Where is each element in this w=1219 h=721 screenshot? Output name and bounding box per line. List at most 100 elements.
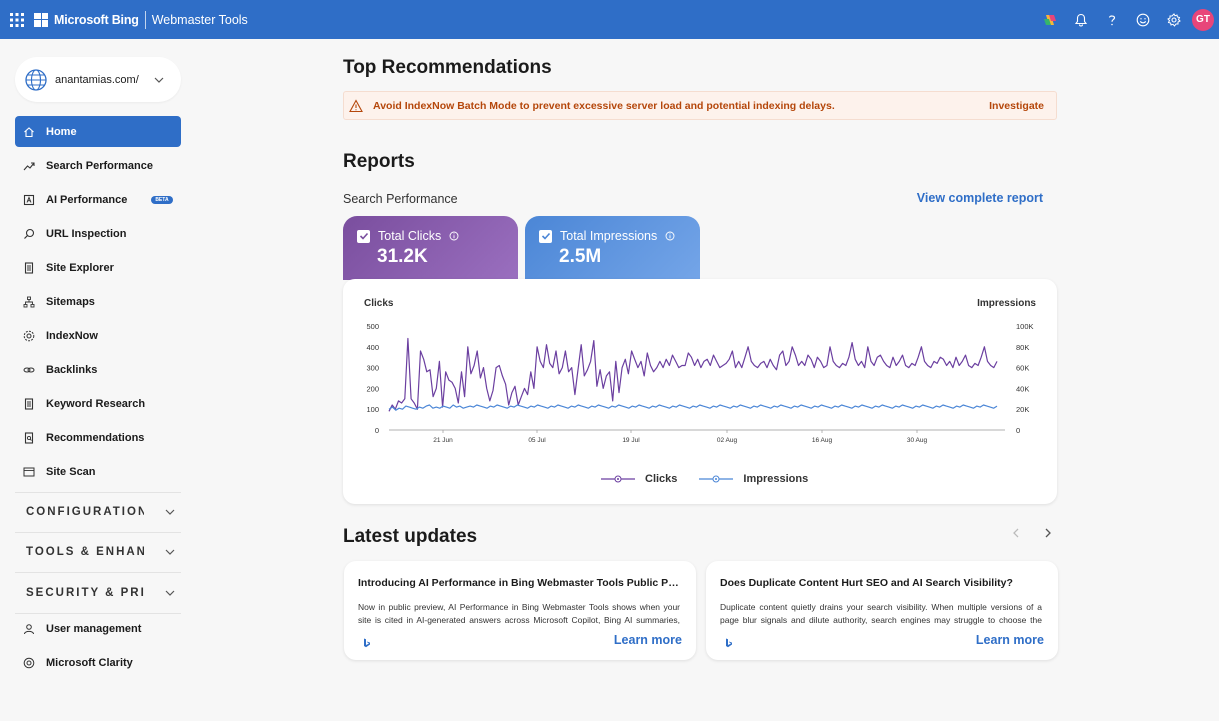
header-divider [144,10,146,29]
x-tick-label: 16 Aug [812,437,833,444]
y-tick-label-left: 100 [366,405,379,414]
chevron-down-icon [165,549,175,555]
sidebar: anantamias.com/ Home Search Performance … [0,39,196,721]
y-tick-label-right: 0 [1016,426,1020,435]
section-tools-enhancements[interactable]: TOOLS & ENHANCEMENTS [26,544,176,560]
help-icon[interactable] [1096,0,1127,39]
sidebar-item-microsoft-clarity[interactable]: Microsoft Clarity [15,647,181,678]
info-icon[interactable] [665,231,675,241]
update-card[interactable]: Does Duplicate Content Hurt SEO and AI S… [706,561,1058,660]
sidebar-item-sitemaps[interactable]: Sitemaps [15,286,181,317]
sidebar-item-search-performance[interactable]: Search Performance [15,150,181,181]
sidebar-item-label: Microsoft Clarity [46,656,133,669]
section-security-privacy[interactable]: SECURITY & PRIVACY [26,585,176,601]
sidebar-item-label: Search Performance [46,159,153,172]
legend-impressions[interactable]: Impressions [699,473,808,485]
scan-icon [22,465,36,479]
y-tick-label-right: 20K [1016,405,1029,414]
link-icon [22,363,36,377]
gear-icon [22,329,36,343]
update-title: Does Duplicate Content Hurt SEO and AI S… [720,577,1013,589]
sidebar-divider [15,492,181,493]
alert-text: Avoid IndexNow Batch Mode to prevent exc… [373,99,835,112]
chevron-down-icon [154,77,164,83]
bing-logo-icon [726,638,732,648]
section-label: TOOLS & ENHANCEMENTS [26,546,144,558]
notifications-icon[interactable] [1065,0,1096,39]
recommendations-icon [22,431,36,445]
sidebar-item-indexnow[interactable]: IndexNow [15,320,181,351]
beta-badge: BETA [151,195,173,204]
clicks-checkbox[interactable] [357,229,370,243]
investigate-link[interactable]: Investigate [989,100,1044,112]
x-tick-label: 02 Aug [717,437,738,444]
legend-clicks[interactable]: Clicks [601,473,677,485]
y-tick-label-right: 80K [1016,343,1029,352]
y-tick-label-left: 400 [366,343,379,352]
section-configuration[interactable]: CONFIGURATION [26,504,176,520]
latest-updates-title: Latest updates [343,526,478,547]
trend-icon [22,159,36,173]
sidebar-item-site-explorer[interactable]: Site Explorer [15,252,181,283]
update-card[interactable]: Introducing AI Performance in Bing Webma… [344,561,696,660]
sidebar-item-recommendations[interactable]: Recommendations [15,422,181,453]
document-icon [22,397,36,411]
total-impressions-card[interactable]: Total Impressions 2.5M [525,216,700,280]
sidebar-item-label: IndexNow [46,329,98,342]
sidebar-item-label: Site Scan [46,465,96,478]
sidebar-item-label: Recommendations [46,431,145,444]
sidebar-item-site-scan[interactable]: Site Scan [15,456,181,487]
app-launcher-icon[interactable] [0,0,34,39]
left-axis-label: Clicks [364,298,394,309]
y-tick-label-right: 60K [1016,364,1029,373]
site-selector[interactable]: anantamias.com/ [15,57,181,102]
ai-icon [22,193,36,207]
view-complete-report-link[interactable]: View complete report [917,191,1043,205]
top-recommendations-title: Top Recommendations [343,57,552,78]
series-line-clicks [388,337,998,412]
sidebar-item-user-management[interactable]: User management [15,613,181,644]
copilot-icon[interactable] [1034,0,1065,39]
sidebar-item-backlinks[interactable]: Backlinks [15,354,181,385]
metric-value: 31.2K [377,246,428,267]
chevron-left-icon[interactable] [1007,524,1025,542]
y-tick-label-left: 500 [366,322,379,331]
home-icon [22,125,36,139]
learn-more-link[interactable]: Learn more [976,633,1044,647]
settings-gear-icon[interactable] [1158,0,1189,39]
brand-name: Microsoft Bing [54,12,139,27]
bing-logo-icon [364,638,370,648]
learn-more-link[interactable]: Learn more [614,633,682,647]
legend-label: Impressions [743,473,809,485]
x-tick-label: 05 Jul [528,437,546,444]
sidebar-item-ai-performance[interactable]: AI Performance BETA [15,184,181,215]
x-tick-label: 19 Jul [622,437,640,444]
sidebar-item-home[interactable]: Home [15,116,181,147]
sidebar-item-label: User management [46,622,142,635]
series-line-impressions [388,404,998,411]
metric-label: Total Clicks [378,229,442,243]
chevron-right-icon[interactable] [1039,524,1057,542]
sidebar-item-label: Site Explorer [46,261,114,274]
y-tick-label-left: 200 [366,384,379,393]
info-icon[interactable] [449,231,459,241]
sidebar-bottom-nav: User management Microsoft Clarity [15,613,181,681]
product-name[interactable]: Webmaster Tools [152,13,248,27]
sidebar-item-label: Backlinks [46,363,98,376]
sidebar-item-keyword-research[interactable]: Keyword Research [15,388,181,419]
reports-title: Reports [343,151,415,172]
y-tick-label-right: 100K [1016,322,1034,331]
feedback-smiley-icon[interactable] [1127,0,1158,39]
total-clicks-card[interactable]: Total Clicks 31.2K [343,216,518,280]
user-avatar[interactable]: GT [1192,8,1214,31]
chart-legend: Clicks Impressions [601,473,830,485]
sidebar-item-url-inspection[interactable]: URL Inspection [15,218,181,249]
metric-label: Total Impressions [560,229,658,243]
y-tick-label-right: 40K [1016,384,1029,393]
impressions-checkbox[interactable] [539,229,552,243]
search-performance-title: Search Performance [343,192,458,206]
microsoft-bing-logo[interactable]: Microsoft Bing [34,12,139,27]
metric-value: 2.5M [559,246,602,267]
search-performance-chart: Clicks Impressions 500 100K 400 80K 300 60K 200 4… [343,279,1057,504]
x-tick-label: 21 Jun [433,437,453,444]
